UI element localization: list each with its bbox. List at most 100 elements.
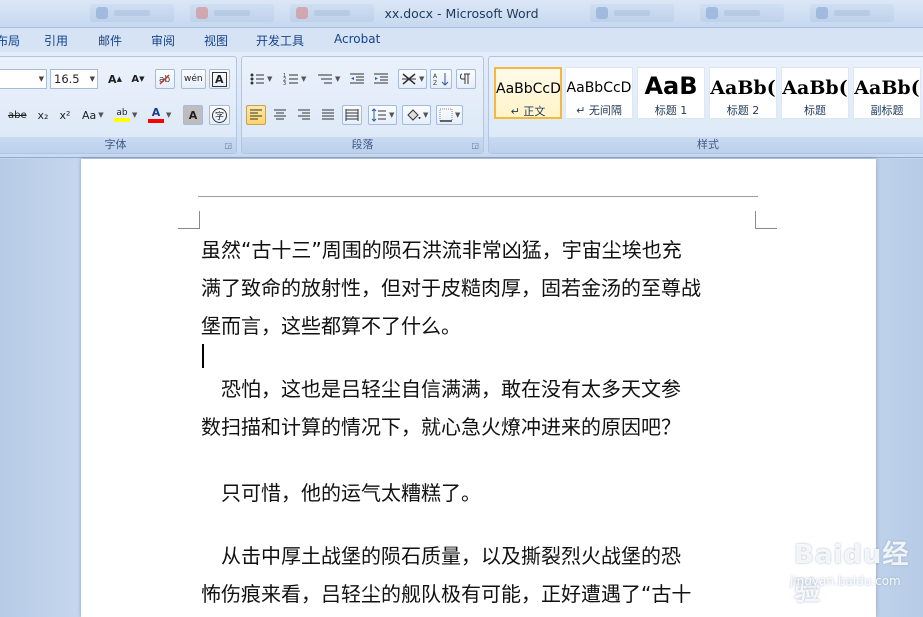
clear-format-button[interactable]: ab [155,69,175,89]
char-shading-button[interactable]: A [183,105,203,125]
align-center-button[interactable] [270,105,290,125]
svg-text:Z: Z [433,80,437,86]
chinese-layout-icon [402,73,416,85]
paragraph-line: 恐怕，这也是吕轻尘自信满满，敢在没有太多天文参 [201,377,681,401]
enclose-chars-label: 字 [212,107,228,123]
style-sample: AaBb( [782,77,848,99]
phonetic-label: wén [184,74,203,84]
strikethrough-button[interactable]: abe [5,105,30,125]
subscript-button[interactable]: x₂ [33,105,53,125]
font-color-swatch [148,119,164,123]
show-marks-button[interactable] [456,69,476,89]
line-spacing-button[interactable]: ▼ [368,105,398,125]
paragraph-line: 满了致命的放射性，但对于皮糙肉厚，固若金汤的至尊战 [201,276,701,300]
font-color-label: A [151,106,161,119]
paragraph-2[interactable]: 恐怕，这也是吕轻尘自信满满，敢在没有太多天文参 数扫描和计算的情况下，就心急火燎… [201,370,761,446]
style-tile-subtitle[interactable]: AaBb( 副标题 [853,67,921,119]
document-page[interactable]: 虽然“古十三”周围的陨石洪流非常凶猛，宇宙尘埃也充 满了致命的放射性，但对于皮糙… [81,159,876,617]
styles-group-label: 样式 [489,137,923,153]
ribbon-tabs: 布局 引用 邮件 审阅 视图 开发工具 Acrobat [0,28,923,52]
style-name: 副标题 [870,104,904,117]
increase-indent-icon [374,73,388,84]
show-hide-marks-icon [460,73,470,84]
highlight-swatch [114,118,130,122]
paragraph-line: 从击中厚土战堡的陨石质量，以及撕裂烈火战堡的恐 [201,544,681,568]
paragraph-group-label: 段落 [242,137,483,153]
tab-layout[interactable]: 布局 [0,32,20,49]
window-title: xx.docx - Microsoft Word [384,6,539,21]
paragraph-line: 只可惜，他的运气太糟糕了。 [201,481,481,505]
font-name-combo[interactable]: ▼ [0,69,47,89]
numbering-icon: 123 [283,73,298,86]
styles-group: AaBbCcD ↵ 正文 AaBbCcD ↵ 无间隔 AaB 标题 1 AaBb… [488,56,923,154]
numbering-button[interactable]: 1 2 3 ▼ [280,69,309,89]
decrease-indent-button[interactable] [346,69,368,89]
document-area: 虽然“古十三”周围的陨石洪流非常凶猛，宇宙尘埃也充 满了致命的放射性，但对于皮糙… [0,159,923,617]
char-border-label: A [212,71,227,87]
style-tile-normal[interactable]: AaBbCcD ↵ 正文 [494,67,562,119]
style-name: ↵ 正文 [510,105,546,118]
paragraph-4[interactable]: 从击中厚土战堡的陨石质量，以及撕裂烈火战堡的恐 怖伤痕来看，吕轻尘的舰队极有可能… [201,537,761,613]
strikethrough-label: abe [8,109,27,121]
align-center-icon [274,109,286,120]
style-tile-heading-2[interactable]: AaBb( 标题 2 [709,67,777,119]
sort-button[interactable]: AZ [430,69,452,89]
change-case-button[interactable]: Aa ▼ [79,105,107,125]
char-border-button[interactable]: A [209,69,230,89]
phonetic-guide-button[interactable]: wén [181,69,206,89]
enclose-chars-button[interactable]: 字 [209,105,231,125]
style-sample: AaBb( [710,77,776,99]
tab-acrobat[interactable]: Acrobat [334,32,380,46]
title-bar: xx.docx - Microsoft Word [0,0,923,28]
align-left-button[interactable] [246,105,266,125]
multilevel-list-button[interactable]: ▼ [314,69,343,89]
bullets-button[interactable]: ▼ [246,69,275,89]
font-group-label: 字体 [0,137,236,153]
align-right-button[interactable] [294,105,314,125]
multilevel-list-icon [318,74,332,84]
decrease-indent-icon [350,73,364,84]
borders-button[interactable]: ▼ [436,105,464,125]
highlight-button[interactable]: ab ▼ [111,105,140,125]
tab-references[interactable]: 引用 [44,32,68,49]
font-size-combo[interactable]: 16.5 ▼ [50,69,98,89]
paragraph-line: 堡而言，这些都算不了什么。 [201,314,461,338]
increase-indent-button[interactable] [370,69,392,89]
bullets-icon [250,73,264,85]
align-right-icon [298,109,310,120]
style-name: 标题 [804,104,826,117]
align-left-icon [250,109,262,120]
paragraph-group: ▼ 1 2 3 ▼ ▼ ▼ AZ ▼ ▼ ▼ 段落 ◲ [241,56,484,154]
margin-corner-left [178,211,200,229]
paragraph-dialog-launcher-icon[interactable]: ◲ [471,141,479,150]
paragraph-line: 怖伤痕来看，吕轻尘的舰队极有可能，正好遭遇了“古十 [201,582,692,606]
tab-view[interactable]: 视图 [204,32,228,49]
font-color-button[interactable]: A ▼ [145,105,174,125]
chinese-layout-button[interactable]: ▼ [398,69,428,89]
shrink-font-label: A [131,73,140,85]
font-dialog-launcher-icon[interactable]: ◲ [224,141,232,150]
distributed-button[interactable] [342,105,362,125]
style-tile-no-spacing[interactable]: AaBbCcD ↵ 无间隔 [565,67,633,119]
tab-mailings[interactable]: 邮件 [98,32,122,49]
font-size-value: 16.5 [54,72,80,86]
grow-font-button[interactable]: A ▲ [105,69,125,89]
superscript-label: x² [59,108,71,122]
tab-review[interactable]: 审阅 [151,32,175,49]
paint-bucket-icon [407,109,421,121]
shading-button[interactable]: ▼ [402,105,432,125]
style-tile-heading-1[interactable]: AaB 标题 1 [637,67,705,119]
style-sample: AaB [644,72,698,100]
paragraph-3[interactable]: 只可惜，他的运气太糟糕了。 [201,474,761,512]
text-cursor [202,344,204,368]
superscript-button[interactable]: x² [55,105,75,125]
sort-icon: AZ [433,73,449,86]
tab-developer[interactable]: 开发工具 [256,32,304,49]
svg-text:A: A [433,73,438,80]
paragraph-1[interactable]: 虽然“古十三”周围的陨石洪流非常凶猛，宇宙尘埃也充 满了致命的放射性，但对于皮糙… [201,231,761,345]
shrink-font-button[interactable]: A ▼ [128,69,148,89]
paragraph-line: 虽然“古十三”周围的陨石洪流非常凶猛，宇宙尘埃也充 [201,238,682,262]
style-tile-title[interactable]: AaBb( 标题 [781,67,849,119]
margin-corner-right [755,211,777,229]
justify-button[interactable] [318,105,338,125]
